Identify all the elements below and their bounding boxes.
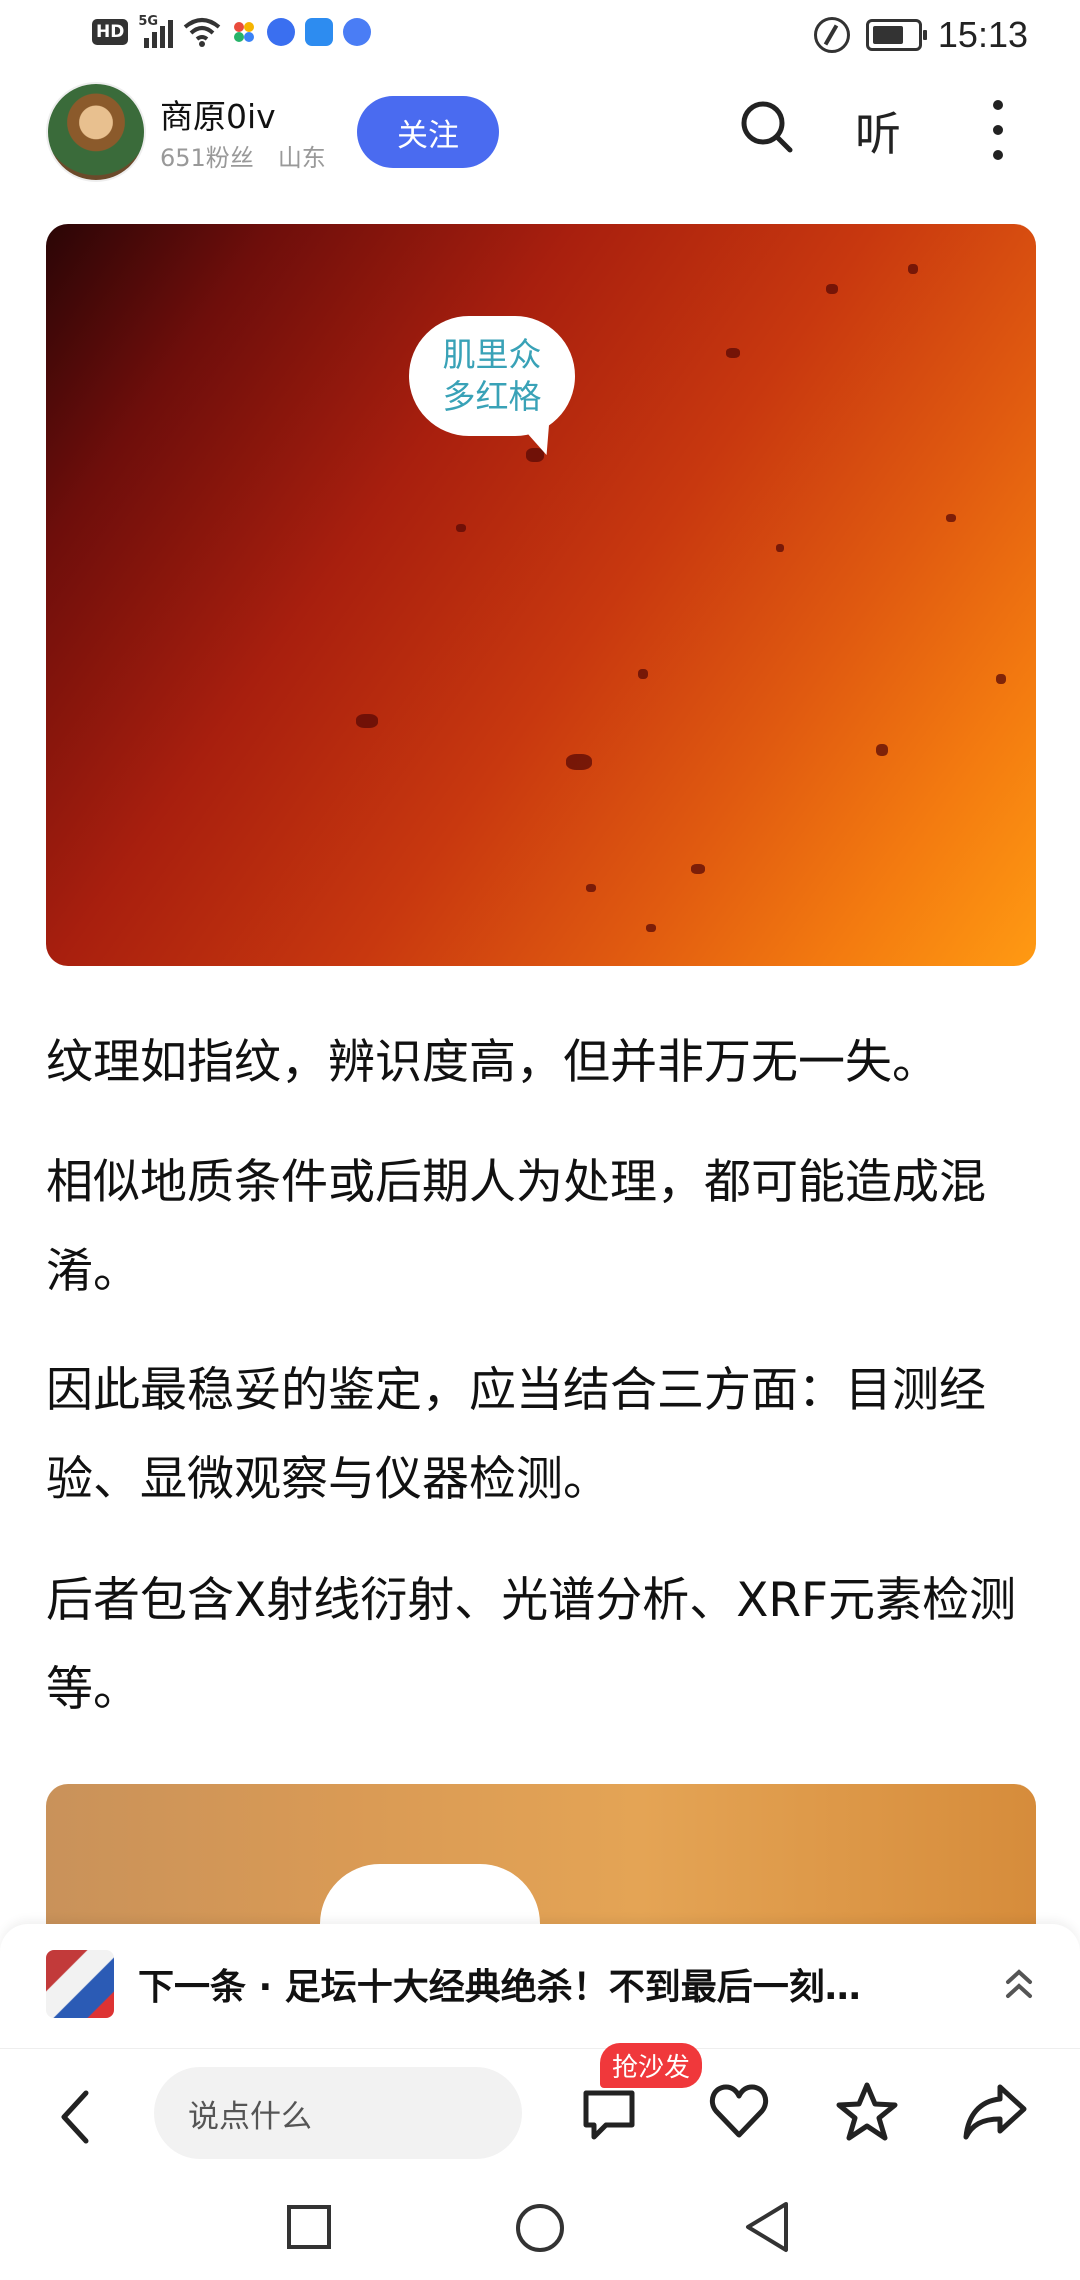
pinwheel-app-icon xyxy=(234,22,255,42)
recent-apps-icon[interactable] xyxy=(286,2204,332,2250)
hd-icon: HD xyxy=(92,19,129,45)
home-icon[interactable] xyxy=(514,2202,566,2254)
battery-icon xyxy=(865,19,927,51)
next-article-bar[interactable]: 下一条 · 足坛十大经典绝杀！不到最后一刻… xyxy=(0,1924,1080,2048)
wifi-icon xyxy=(184,18,221,47)
paragraph-2: 相似地质条件或后期人为处理，都可能造成混淆。 xyxy=(46,1155,986,1299)
more-options-icon[interactable] xyxy=(986,100,1010,160)
chevron-up-icon[interactable] xyxy=(1004,1964,1034,2004)
system-navigation-bar xyxy=(0,2178,1080,2280)
article-header: 商原0iv 651粉丝 山东 关注 听 xyxy=(0,72,1080,222)
bubble-text-line-2: 多红格 xyxy=(442,377,542,416)
blue-app-icon-2 xyxy=(343,18,372,46)
author-meta: 651粉丝 山东 xyxy=(160,138,326,173)
favorite-star-icon[interactable] xyxy=(834,2079,900,2145)
status-bar: HD 5G 15:13 xyxy=(0,0,1080,72)
clock: 15:13 xyxy=(937,14,1028,55)
author-avatar[interactable] xyxy=(46,82,146,182)
listen-button[interactable]: 听 xyxy=(855,98,901,164)
cloud-app-icon xyxy=(305,18,334,46)
bottom-action-bar: 说点什么 抢沙发 xyxy=(0,2043,1080,2179)
bubble-text-line-1: 肌里众 xyxy=(442,335,542,374)
next-article-thumbnail[interactable] xyxy=(46,1950,114,2018)
comment-input[interactable]: 说点什么 xyxy=(154,2067,522,2159)
blue-app-icon xyxy=(267,18,296,46)
article-image-2[interactable] xyxy=(46,1784,1036,1924)
comment-icon[interactable] xyxy=(576,2079,642,2145)
search-icon[interactable] xyxy=(738,98,794,154)
back-triangle-icon[interactable] xyxy=(742,2200,792,2254)
paragraph-4: 后者包含X射线衍射、光谱分析、XRF元素检测等。 xyxy=(46,1573,1017,1717)
next-article-title[interactable]: 下一条 · 足坛十大经典绝杀！不到最后一刻… xyxy=(138,1958,861,2010)
follow-button[interactable]: 关注 xyxy=(357,96,499,168)
like-heart-icon[interactable] xyxy=(706,2079,772,2145)
power-save-icon xyxy=(813,17,850,53)
paragraph-3: 因此最稳妥的鉴定，应当结合三方面：目测经验、显微观察与仪器检测。 xyxy=(46,1363,986,1507)
author-location: 山东 xyxy=(277,144,326,172)
signal-icon: 5G xyxy=(138,14,174,48)
back-arrow-icon[interactable] xyxy=(56,2087,96,2147)
article-image-1[interactable]: 肌里众 多红格 xyxy=(46,224,1036,966)
paragraph-1: 纹理如指纹，辨识度高，但并非万无一失。 xyxy=(46,1035,939,1090)
share-icon[interactable] xyxy=(962,2079,1028,2145)
sofa-badge: 抢沙发 xyxy=(600,2043,703,2088)
speech-bubble: 肌里众 多红格 xyxy=(409,316,575,436)
follower-count: 651粉丝 xyxy=(160,144,254,172)
author-name[interactable]: 商原0iv xyxy=(160,90,276,138)
